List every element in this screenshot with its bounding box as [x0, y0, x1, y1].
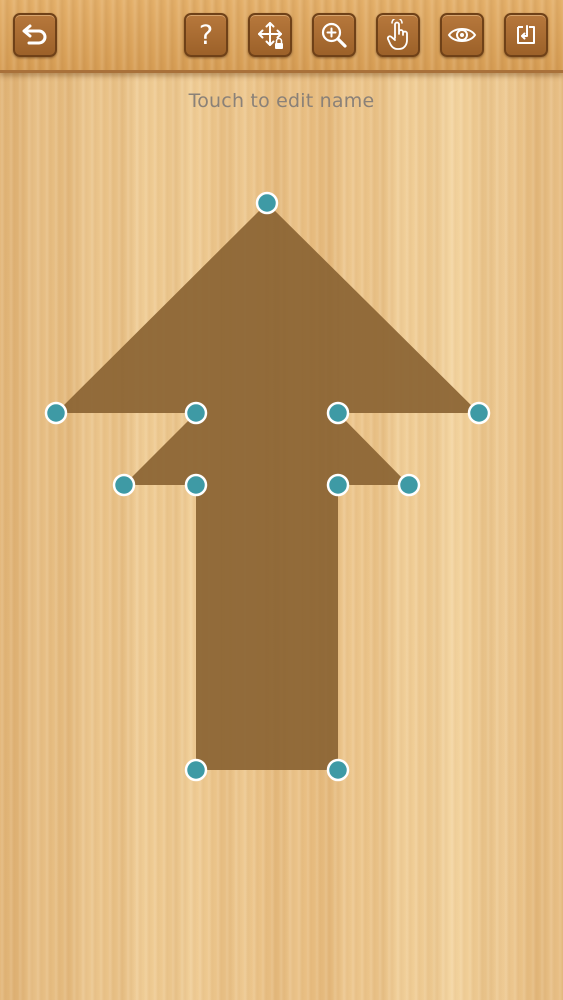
shape-canvas [44, 191, 491, 782]
vertex-handle[interactable] [112, 473, 136, 497]
eye-icon [447, 24, 477, 46]
vertex-handle[interactable] [184, 473, 208, 497]
vertex-handle[interactable] [326, 401, 350, 425]
touch-button[interactable] [376, 13, 420, 57]
hand-pointer-icon [383, 19, 413, 51]
save-export-icon [514, 23, 538, 47]
question-mark-icon: ? [198, 19, 214, 51]
preview-button[interactable] [440, 13, 484, 57]
save-button[interactable] [504, 13, 548, 57]
vertex-handles [44, 191, 491, 782]
vertex-handle[interactable] [44, 401, 68, 425]
zoom-in-icon [319, 20, 349, 50]
move-locked-icon [254, 19, 286, 51]
help-button[interactable]: ? [184, 13, 228, 57]
top-toolbar: ? [0, 0, 563, 73]
vertex-handle[interactable] [397, 473, 421, 497]
zoom-button[interactable] [312, 13, 356, 57]
vertex-handle[interactable] [184, 758, 208, 782]
vertex-handle[interactable] [326, 758, 350, 782]
vertex-handle[interactable] [467, 401, 491, 425]
vertex-handle[interactable] [255, 191, 279, 215]
move-button[interactable] [248, 13, 292, 57]
shape-name-label[interactable]: Touch to edit name [0, 90, 563, 112]
undo-button[interactable] [13, 13, 57, 57]
undo-arrow-icon [21, 23, 49, 47]
vertex-handle[interactable] [184, 401, 208, 425]
vertex-handle[interactable] [326, 473, 350, 497]
